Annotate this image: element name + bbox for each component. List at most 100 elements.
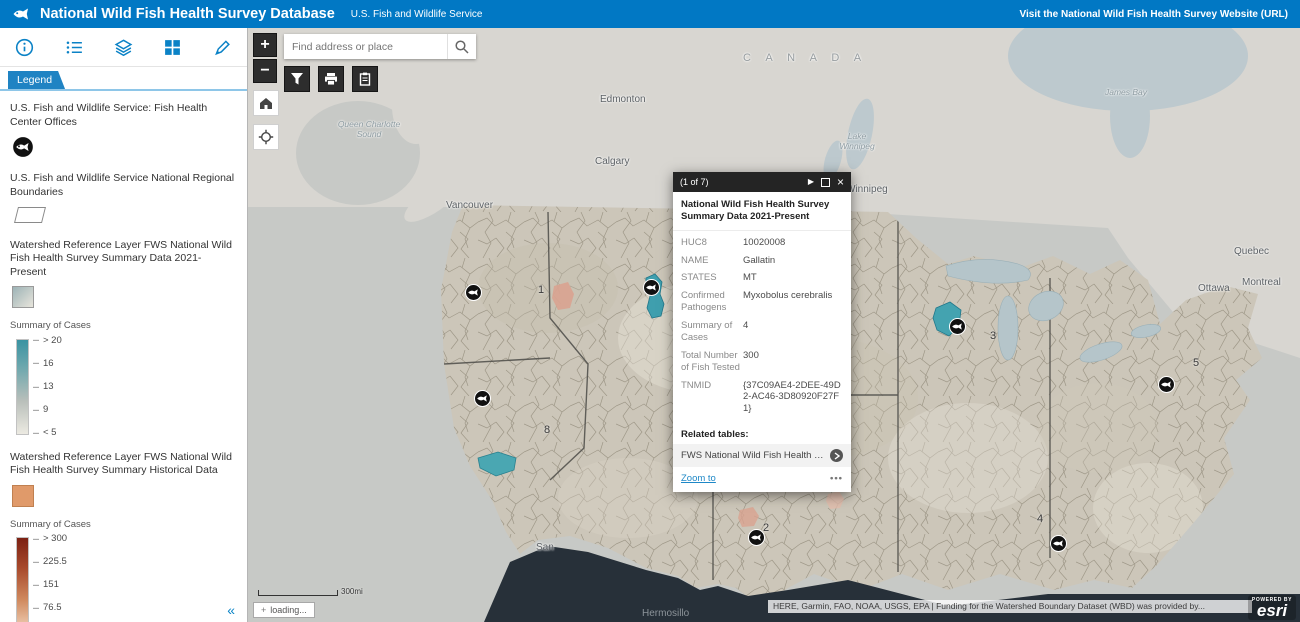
attribute-value: 300: [743, 350, 759, 374]
attribute-value: MT: [743, 272, 757, 284]
ramp-label: 225.5: [43, 556, 67, 568]
fish-marker-icon: [949, 318, 966, 335]
color-ramp-bar: [16, 339, 29, 435]
layers-icon: [114, 38, 133, 57]
scalebar: 300mi: [258, 587, 363, 596]
print-button[interactable]: [318, 66, 344, 92]
home-icon: [258, 95, 274, 111]
ramp-label: > 300: [43, 533, 67, 545]
attribute-label: TNMID: [681, 380, 743, 416]
attribute-row: Summary of Cases4: [673, 317, 851, 347]
fish-logo-icon: [12, 6, 32, 22]
attribute-label: NAME: [681, 255, 743, 267]
sidebar-collapse-button[interactable]: «: [227, 602, 235, 618]
attribute-value: 4: [743, 320, 748, 344]
panel-tabbar: Legend: [0, 67, 247, 91]
fish-health-office-marker[interactable]: [1050, 535, 1067, 552]
report-button[interactable]: [352, 66, 378, 92]
fish-health-office-marker[interactable]: [748, 529, 765, 546]
legend-layer-title: U.S. Fish and Wildlife Service: Fish Hea…: [10, 102, 237, 129]
ramp-tick: [33, 340, 39, 341]
fish-marker-icon: [1158, 376, 1175, 393]
locate-icon: [258, 129, 274, 145]
attribute-row: Confirmed PathogensMyxobolus cerebralis: [673, 287, 851, 317]
related-table-item[interactable]: FWS National Wild Fish Health Survey ...: [673, 444, 851, 467]
zoom-in-button[interactable]: +: [253, 33, 277, 57]
fish-health-office-marker[interactable]: [465, 284, 482, 301]
print-icon: [324, 72, 338, 86]
watershed-historical-symbol: [12, 485, 34, 507]
survey-website-link[interactable]: Visit the National Wild Fish Health Surv…: [1020, 9, 1288, 20]
popup-attribute-table: HUC810020008 NAMEGallatin STATESMT Confi…: [673, 231, 851, 422]
region-number: 8: [544, 424, 550, 436]
clipboard-icon: [358, 72, 372, 86]
ramp-label: < 5: [43, 427, 56, 439]
attribute-row: NAMEGallatin: [673, 252, 851, 270]
region-number: 1: [538, 284, 544, 296]
zoom-to-link[interactable]: Zoom to: [681, 473, 716, 484]
ramp-label: > 20: [43, 335, 62, 347]
water-label: Queen Charlotte Sound: [332, 120, 406, 140]
city-label: Winnipeg: [846, 184, 888, 195]
attribute-label: Total Number of Fish Tested: [681, 350, 743, 374]
app-header: National Wild Fish Health Survey Databas…: [0, 0, 1300, 28]
legend-layer-title: Watershed Reference Layer FWS National W…: [10, 239, 237, 280]
search-button[interactable]: [447, 34, 476, 59]
popup-pager: (1 of 7): [680, 177, 801, 187]
region-number: 5: [1193, 357, 1199, 369]
fish-health-office-marker[interactable]: [643, 279, 660, 296]
ramp-tick: [33, 608, 39, 609]
basemap-button[interactable]: [157, 32, 189, 62]
city-label: San: [536, 542, 554, 553]
attribute-label: STATES: [681, 272, 743, 284]
home-button[interactable]: [253, 90, 279, 116]
popup-header: (1 of 7) ▶ ×: [673, 172, 851, 192]
ramp-label: 9: [43, 404, 48, 416]
filter-icon: [290, 72, 304, 86]
region-number: 3: [990, 330, 996, 342]
popup-next-button[interactable]: ▶: [808, 178, 814, 186]
summary-cases-ramp-current: > 20 16 13 9 < 5: [16, 339, 237, 435]
popup-more-button[interactable]: •••: [830, 473, 843, 484]
info-button[interactable]: [9, 32, 41, 62]
search-input[interactable]: [284, 34, 447, 59]
app-subtitle: U.S. Fish and Wildlife Service: [351, 9, 483, 20]
popup-title: National Wild Fish Health Survey Summary…: [673, 192, 851, 231]
fish-marker-icon: [465, 284, 482, 301]
popup-maximize-button[interactable]: [821, 178, 830, 187]
city-label: Ottawa: [1198, 283, 1230, 294]
app-window: National Wild Fish Health Survey Databas…: [0, 0, 1300, 622]
fish-marker-icon: [1050, 535, 1067, 552]
related-tables-label: Related tables:: [673, 421, 851, 444]
zoom-out-button[interactable]: −: [253, 59, 277, 83]
esri-wordmark: esri: [1248, 603, 1296, 618]
map-canvas[interactable]: C A N A D A Edmonton Calgary Vancouver W…: [248, 28, 1300, 622]
fish-health-office-marker[interactable]: [949, 318, 966, 335]
popup-close-button[interactable]: ×: [837, 176, 844, 188]
loading-icon: +: [261, 605, 266, 615]
region-number: 4: [1037, 513, 1043, 525]
attribute-row: Total Number of Fish Tested300: [673, 347, 851, 377]
ramp-label: 151: [43, 579, 59, 591]
fish-marker-icon: [474, 390, 491, 407]
fish-health-office-marker[interactable]: [1158, 376, 1175, 393]
sidebar: Legend U.S. Fish and Wildlife Service: F…: [0, 28, 248, 622]
filter-button[interactable]: [284, 66, 310, 92]
watershed-2021-symbol: [12, 286, 34, 308]
open-related-icon[interactable]: [830, 449, 843, 462]
ramp-tick: [33, 409, 39, 410]
draw-button[interactable]: [206, 32, 238, 62]
legend-button[interactable]: [58, 32, 90, 62]
fish-health-office-symbol: [12, 136, 34, 158]
ramp-label: 76.5: [43, 602, 62, 614]
ramp-label: 16: [43, 358, 54, 370]
city-label: Quebec: [1234, 246, 1269, 257]
fish-health-office-marker[interactable]: [474, 390, 491, 407]
locate-button[interactable]: [253, 124, 279, 150]
tab-legend[interactable]: Legend: [8, 71, 65, 89]
ramp-title: Summary of Cases: [10, 519, 237, 531]
city-label: Calgary: [595, 156, 629, 167]
city-label: Montreal: [1242, 277, 1281, 288]
sidebar-toolbar: [0, 28, 247, 67]
layers-button[interactable]: [107, 32, 139, 62]
